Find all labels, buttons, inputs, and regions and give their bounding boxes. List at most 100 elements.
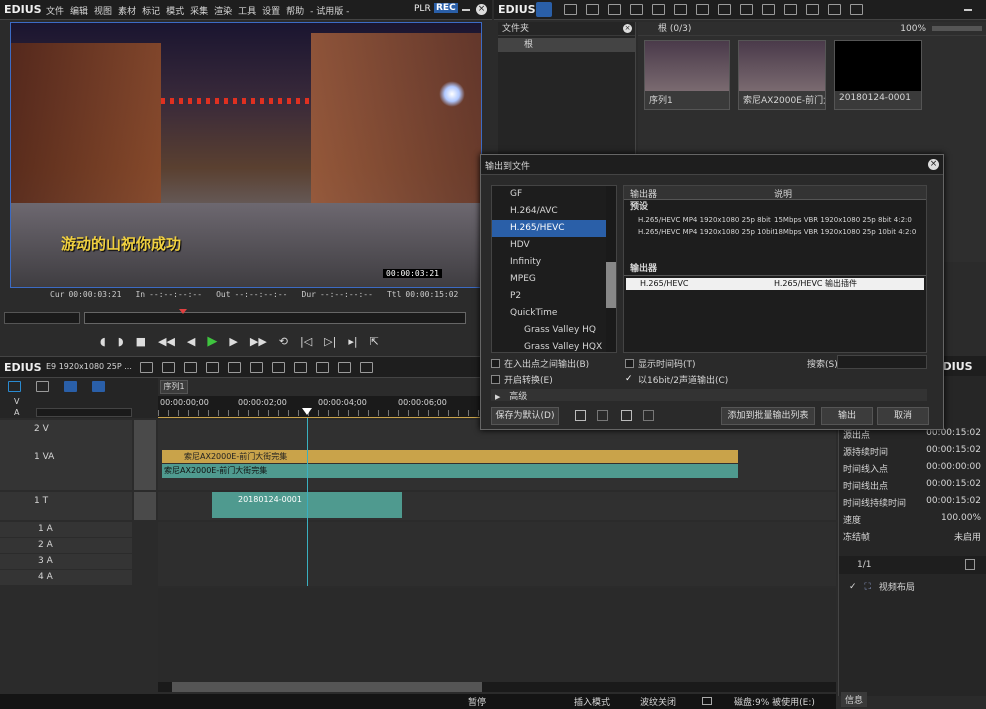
scroll-thumb[interactable] bbox=[172, 682, 482, 692]
format-item[interactable]: H.264/AVC bbox=[492, 203, 616, 220]
import-preset-icon[interactable] bbox=[621, 410, 632, 421]
replace-icon[interactable] bbox=[272, 362, 285, 373]
format-scroll-thumb[interactable] bbox=[606, 262, 616, 308]
menu-render[interactable]: 渲染 bbox=[214, 4, 232, 17]
undo-icon[interactable] bbox=[338, 362, 351, 373]
format-item[interactable]: Grass Valley HQ bbox=[492, 322, 616, 339]
opt-show-tc[interactable]: 显示时间码(T) bbox=[625, 357, 696, 370]
go-in-icon[interactable]: |◁ bbox=[300, 335, 312, 348]
track-patch[interactable] bbox=[134, 492, 156, 520]
track-header[interactable]: 3 A bbox=[0, 554, 132, 569]
format-item[interactable]: GF bbox=[492, 186, 616, 203]
format-item-selected[interactable]: H.265/HEVC bbox=[492, 220, 616, 237]
briefcase-icon[interactable] bbox=[850, 4, 863, 15]
delete-icon[interactable] bbox=[784, 4, 797, 15]
track-1t[interactable]: 1 T 20180124-0001 bbox=[0, 492, 836, 520]
copy-icon[interactable] bbox=[696, 4, 709, 15]
cancel-button[interactable]: 取消 bbox=[877, 407, 929, 425]
export-icon[interactable]: ⇱ bbox=[370, 335, 379, 348]
group-icon[interactable] bbox=[92, 381, 105, 392]
format-list[interactable]: GF H.264/AVC H.265/HEVC HDV Infinity MPE… bbox=[491, 185, 617, 353]
folder-root[interactable]: 根 bbox=[498, 38, 635, 52]
up-icon[interactable] bbox=[586, 4, 599, 15]
dialog-close-icon[interactable]: × bbox=[928, 159, 939, 170]
checkbox-checked-icon[interactable]: ✓ bbox=[625, 375, 634, 384]
folder-icon[interactable] bbox=[536, 2, 552, 17]
menu-tools[interactable]: 工具 bbox=[238, 4, 256, 17]
preset-row[interactable]: H.265/HEVC MP4 1920x1080 25p 10bit 18Mbp… bbox=[624, 226, 926, 238]
minimize-icon[interactable] bbox=[462, 9, 470, 11]
redo-icon[interactable] bbox=[360, 362, 373, 373]
format-item[interactable]: Grass Valley HQX bbox=[492, 339, 616, 352]
bin-minimize-icon[interactable] bbox=[964, 9, 972, 11]
position-cursor[interactable] bbox=[179, 309, 187, 314]
sequence-tab[interactable]: 序列1 bbox=[160, 380, 188, 394]
status-insert[interactable]: 插入模式 bbox=[574, 695, 610, 708]
format-item[interactable]: MPEG bbox=[492, 271, 616, 288]
zoom-slider[interactable] bbox=[932, 26, 982, 31]
menu-settings[interactable]: 设置 bbox=[262, 4, 280, 17]
menu-view[interactable]: 视图 bbox=[94, 4, 112, 17]
track-1va[interactable]: 1 VA 索尼AX2000E-前门大街完集 索尼AX2000E-前门大街完集 bbox=[0, 448, 836, 490]
video-clip[interactable]: 索尼AX2000E-前门大街完集 bbox=[162, 450, 738, 463]
advanced-row[interactable]: ▶ 高级 bbox=[491, 389, 927, 402]
add-clip-icon[interactable] bbox=[630, 4, 643, 15]
rec-button[interactable]: REC bbox=[434, 3, 458, 13]
format-item[interactable]: HDV bbox=[492, 237, 616, 254]
export-button[interactable]: 输出 bbox=[821, 407, 873, 425]
copy-icon[interactable] bbox=[228, 362, 241, 373]
save-default-button[interactable]: 保存为默认(D) bbox=[491, 407, 559, 425]
link-icon[interactable] bbox=[64, 381, 77, 392]
delete-preset-icon[interactable] bbox=[597, 410, 608, 421]
checkbox-unchecked-icon[interactable] bbox=[491, 359, 500, 368]
col-desc[interactable]: 说明 bbox=[774, 187, 792, 200]
menu-edit[interactable]: 编辑 bbox=[70, 4, 88, 17]
loop-icon[interactable]: ⟲ bbox=[279, 335, 288, 348]
audio-clip[interactable]: 索尼AX2000E-前门大街完集 bbox=[162, 464, 738, 478]
properties-icon[interactable] bbox=[806, 4, 819, 15]
track-patch[interactable] bbox=[134, 420, 156, 448]
folder-close-icon[interactable]: × bbox=[623, 24, 632, 33]
step-forward-icon[interactable]: ▶ bbox=[229, 335, 237, 348]
opt-inout[interactable]: 在入出点之间输出(B) bbox=[491, 357, 589, 370]
timeline-scrollbar[interactable] bbox=[158, 682, 836, 692]
format-item[interactable]: QuickTime bbox=[492, 305, 616, 322]
view-mode-icon[interactable] bbox=[828, 4, 841, 15]
paste-icon[interactable] bbox=[718, 4, 731, 15]
sync-mode-icon[interactable] bbox=[36, 381, 49, 392]
expand-icon[interactable]: ▶ bbox=[495, 393, 500, 401]
format-scrollbar[interactable] bbox=[606, 186, 616, 352]
shuttle-slider[interactable] bbox=[4, 312, 80, 324]
menu-help[interactable]: 帮助 bbox=[286, 4, 304, 17]
opt-convert[interactable]: 开启转换(E) bbox=[491, 373, 553, 386]
title-icon[interactable] bbox=[652, 4, 665, 15]
position-bar[interactable] bbox=[84, 309, 466, 324]
delete-icon[interactable] bbox=[294, 362, 307, 373]
paste-icon[interactable] bbox=[250, 362, 263, 373]
search-icon[interactable] bbox=[564, 4, 577, 15]
playhead-marker[interactable] bbox=[302, 408, 312, 415]
effect-item[interactable]: ✓ ⛶ 视频布局 bbox=[849, 580, 915, 594]
menu-file[interactable]: 文件 bbox=[46, 4, 64, 17]
go-out-icon[interactable]: ▷| bbox=[324, 335, 336, 348]
menu-marker[interactable]: 标记 bbox=[142, 4, 160, 17]
save-preset-icon[interactable] bbox=[575, 410, 586, 421]
preview-window[interactable]: 游动的山祝你成功 00:00:03:21 bbox=[10, 22, 482, 288]
fast-forward-icon[interactable]: ▶▶ bbox=[250, 335, 267, 348]
info-tab[interactable]: 信息 bbox=[841, 692, 868, 707]
close-icon[interactable]: × bbox=[476, 4, 487, 15]
search-input[interactable] bbox=[837, 355, 927, 369]
save-icon[interactable] bbox=[184, 362, 197, 373]
cut-icon[interactable] bbox=[674, 4, 687, 15]
status-ripple[interactable]: 波纹关闭 bbox=[640, 695, 676, 708]
open-folder-icon[interactable] bbox=[608, 4, 621, 15]
play-icon[interactable]: ▶ bbox=[207, 334, 217, 349]
export-preset-icon[interactable] bbox=[643, 410, 654, 421]
cut-icon[interactable] bbox=[206, 362, 219, 373]
plr-label[interactable]: PLR bbox=[414, 4, 431, 14]
track-header[interactable]: 4 A bbox=[0, 570, 132, 585]
preset-row[interactable]: H.265/HEVC MP4 1920x1080 25p 8bit 15Mbps… bbox=[624, 214, 926, 226]
set-in-icon[interactable]: ◖ bbox=[100, 335, 106, 348]
clip-thumb-video[interactable]: 索尼AX2000E-前门大街... bbox=[738, 40, 826, 110]
checkbox-unchecked-icon[interactable] bbox=[625, 359, 634, 368]
